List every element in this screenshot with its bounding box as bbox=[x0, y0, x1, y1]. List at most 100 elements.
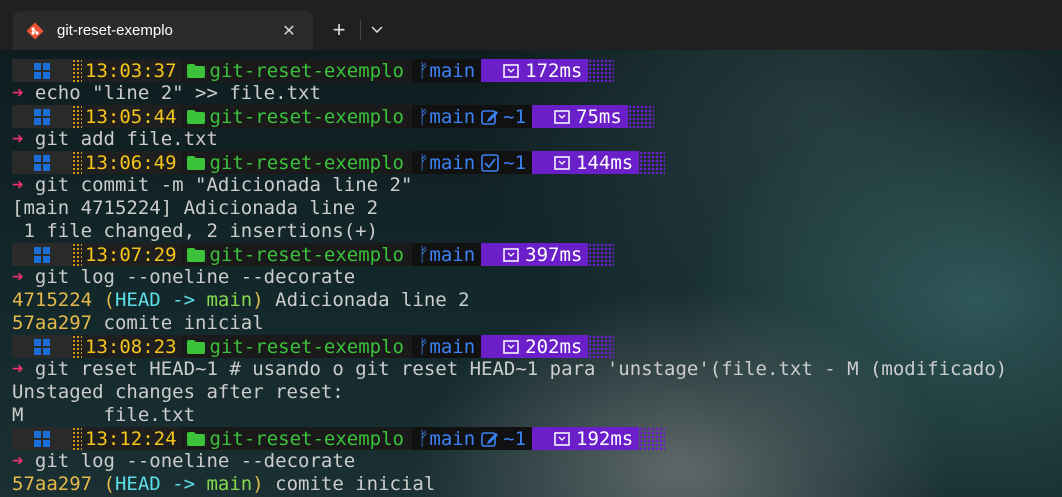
prompt-dir: git-reset-exemplo bbox=[209, 105, 404, 128]
os-segment bbox=[12, 243, 72, 266]
prompt-line: 13:12:24 git-reset-exemplo ᚠ main ~1 192ms bbox=[12, 427, 666, 450]
os-segment bbox=[12, 105, 72, 128]
timer-icon bbox=[554, 109, 570, 124]
tab-git-reset-exemplo[interactable]: git-reset-exemplo ✕ bbox=[13, 11, 313, 50]
command-line: ➜ git log --oneline --decorate bbox=[12, 450, 355, 473]
prompt-line: 13:07:29 git-reset-exemplo ᚠ main 397ms bbox=[12, 243, 615, 266]
prompt-duration: 202ms bbox=[525, 335, 583, 358]
folder-icon bbox=[186, 109, 205, 124]
commit-hash: 4715224 bbox=[12, 289, 93, 311]
duration-segment: 202ms bbox=[481, 335, 589, 358]
commit-hash: 57aa297 bbox=[12, 473, 93, 495]
prompt-arrow: ➜ bbox=[12, 450, 24, 472]
prompt-arrow: ➜ bbox=[12, 174, 24, 196]
folder-icon bbox=[186, 155, 205, 170]
head-ref: HEAD -> bbox=[114, 289, 207, 311]
time-segment: 13:12:24 bbox=[72, 427, 181, 450]
timer-icon bbox=[503, 63, 519, 78]
prompt-branch: main bbox=[429, 243, 476, 266]
commit-hash: 57aa297 bbox=[12, 312, 93, 334]
os-segment bbox=[12, 335, 72, 358]
command-text: git log --oneline --decorate bbox=[34, 266, 356, 288]
git-segment: ᚠ main bbox=[411, 243, 482, 266]
branch-icon: ᚠ bbox=[417, 105, 430, 128]
prompt-duration: 172ms bbox=[525, 59, 583, 82]
commit-message: comite inicial bbox=[92, 312, 264, 334]
timer-icon bbox=[503, 339, 519, 354]
windows-icon bbox=[34, 338, 50, 355]
prompt-branch: main bbox=[429, 59, 476, 82]
git-segment: ᚠ main ~1 bbox=[411, 105, 533, 128]
tab-bar: git-reset-exemplo ✕ + bbox=[0, 0, 1062, 50]
chevron-down-icon[interactable] bbox=[364, 15, 390, 45]
time-segment: 13:06:49 bbox=[72, 151, 181, 174]
prompt-arrow: ➜ bbox=[12, 266, 24, 288]
dir-segment: git-reset-exemplo bbox=[180, 59, 412, 82]
duration-segment: 397ms bbox=[481, 243, 589, 266]
time-segment: 13:03:37 bbox=[72, 59, 181, 82]
duration-segment: 192ms bbox=[532, 427, 640, 450]
prompt-dir: git-reset-exemplo bbox=[209, 243, 404, 266]
prompt-dir: git-reset-exemplo bbox=[209, 335, 404, 358]
prompt-time: 13:12:24 bbox=[85, 427, 177, 450]
command-text: git reset HEAD~1 # usando o git reset HE… bbox=[34, 358, 1008, 380]
branch-icon: ᚠ bbox=[417, 335, 430, 358]
folder-icon bbox=[186, 247, 205, 262]
timer-icon bbox=[503, 247, 519, 262]
prompt-line: 13:03:37 git-reset-exemplo ᚠ main 172ms bbox=[12, 59, 615, 82]
commit-message: Adicionada line 2 bbox=[263, 289, 470, 311]
duration-segment: 144ms bbox=[532, 151, 640, 174]
time-segment: 13:07:29 bbox=[72, 243, 181, 266]
windows-icon bbox=[34, 108, 50, 125]
time-segment: 13:08:23 bbox=[72, 335, 181, 358]
dir-segment: git-reset-exemplo bbox=[180, 335, 412, 358]
new-tab-button[interactable]: + bbox=[324, 15, 354, 45]
log-line: 4715224 (HEAD -> main) Adicionada line 2 bbox=[12, 289, 470, 311]
timer-icon bbox=[554, 155, 570, 170]
git-icon bbox=[25, 21, 45, 41]
duration-segment: 172ms bbox=[481, 59, 589, 82]
prompt-arrow: ➜ bbox=[12, 358, 24, 380]
git-status: ~1 bbox=[503, 427, 527, 450]
git-segment: ᚠ main ~1 bbox=[411, 427, 533, 450]
head-ref: HEAD -> bbox=[114, 473, 207, 495]
dir-segment: git-reset-exemplo bbox=[180, 427, 412, 450]
commit-message: comite inicial bbox=[263, 473, 436, 495]
prompt-line: 13:06:49 git-reset-exemplo ᚠ main ~1 144ms bbox=[12, 151, 666, 174]
windows-icon bbox=[34, 62, 50, 79]
time-segment: 13:05:44 bbox=[72, 105, 181, 128]
terminal-output[interactable]: 13:03:37 git-reset-exemplo ᚠ main 172ms ➜… bbox=[0, 50, 1062, 497]
os-segment bbox=[12, 59, 72, 82]
git-status: ~1 bbox=[503, 151, 527, 174]
prompt-time: 13:05:44 bbox=[85, 105, 177, 128]
checkbox-icon bbox=[481, 153, 499, 172]
command-line: ➜ git commit -m "Adicionada line 2" bbox=[12, 174, 412, 197]
timer-icon bbox=[554, 431, 570, 446]
git-segment: ᚠ main bbox=[411, 59, 482, 82]
close-icon[interactable]: ✕ bbox=[273, 21, 305, 41]
command-text: git log --oneline --decorate bbox=[34, 450, 356, 472]
windows-icon bbox=[34, 154, 50, 171]
output-line: 1 file changed, 2 insertions(+) bbox=[12, 220, 379, 242]
edit-icon bbox=[481, 109, 499, 125]
prompt-branch: main bbox=[429, 151, 476, 174]
command-line: ➜ echo "line 2" >> file.txt bbox=[12, 82, 321, 105]
dir-segment: git-reset-exemplo bbox=[180, 151, 412, 174]
branch-ref: main bbox=[206, 289, 253, 311]
edit-icon bbox=[481, 431, 499, 447]
command-text: echo "line 2" >> file.txt bbox=[34, 82, 321, 104]
prompt-duration: 144ms bbox=[576, 151, 634, 174]
tab-divider bbox=[360, 20, 361, 40]
prompt-arrow: ➜ bbox=[12, 82, 24, 104]
prompt-arrow: ➜ bbox=[12, 128, 24, 150]
windows-icon bbox=[34, 246, 50, 263]
command-line: ➜ git log --oneline --decorate bbox=[12, 266, 355, 289]
prompt-dir: git-reset-exemplo bbox=[209, 427, 404, 450]
dir-segment: git-reset-exemplo bbox=[180, 105, 412, 128]
branch-ref: main bbox=[206, 473, 253, 495]
command-line: ➜ git add file.txt bbox=[12, 128, 218, 151]
folder-icon bbox=[186, 431, 205, 446]
branch-icon: ᚠ bbox=[417, 427, 430, 450]
git-segment: ᚠ main bbox=[411, 335, 482, 358]
tab-title: git-reset-exemplo bbox=[57, 22, 173, 39]
